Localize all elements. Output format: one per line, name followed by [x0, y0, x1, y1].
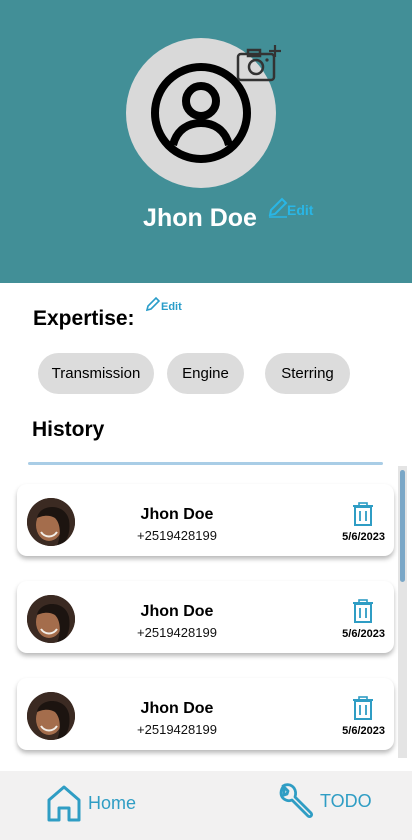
customer-name: Jhon Doe	[140, 700, 214, 717]
edit-expertise-button[interactable]: Edit	[146, 296, 182, 313]
profile-header: Jhon Doe Edit	[0, 0, 412, 283]
trash-icon	[353, 696, 373, 720]
history-card[interactable]: Jhon Doe +2519428199 5/6/2023	[17, 678, 394, 750]
nav-home-label: Home	[88, 792, 137, 813]
pencil-icon	[146, 296, 161, 312]
delete-button[interactable]	[352, 696, 374, 720]
customer-name: Jhon Doe	[140, 603, 214, 620]
delete-button[interactable]	[352, 502, 374, 526]
pencil-icon	[268, 197, 288, 218]
customer-phone: +2519428199	[137, 528, 217, 543]
customer-photo	[27, 595, 75, 643]
history-date: 5/6/2023	[342, 725, 385, 737]
bottom-nav: Home TODO	[0, 771, 412, 840]
home-icon	[47, 785, 81, 822]
expertise-chip-transmission[interactable]: Transmission	[38, 353, 154, 394]
customer-name: Jhon Doe	[140, 506, 214, 523]
customer-phone: +2519428199	[137, 625, 217, 640]
profile-name: Jhon Doe	[143, 204, 257, 232]
history-list[interactable]: Jhon Doe +2519428199 5/6/2023 Jhon Doe +…	[0, 466, 412, 758]
edit-name-button[interactable]: Edit	[268, 190, 313, 218]
history-title: History	[32, 418, 105, 441]
expertise-chip-engine[interactable]: Engine	[167, 353, 244, 394]
history-date: 5/6/2023	[342, 628, 385, 640]
customer-photo	[27, 498, 75, 546]
customer-photo	[27, 692, 75, 740]
expertise-chip-sterring[interactable]: Sterring	[265, 353, 350, 394]
wrench-icon	[279, 783, 314, 819]
expertise-title: Expertise:	[33, 307, 135, 330]
edit-expertise-label: Edit	[161, 301, 182, 313]
add-photo-icon	[236, 45, 281, 82]
profile-screen: Jhon Doe Edit Expertise: Edit Transmissi…	[0, 0, 412, 840]
edit-name-label: Edit	[287, 202, 314, 218]
history-divider	[28, 462, 383, 465]
nav-todo-label: TODO	[320, 790, 372, 811]
trash-icon	[353, 599, 373, 623]
history-date: 5/6/2023	[342, 531, 385, 543]
customer-phone: +2519428199	[137, 722, 217, 737]
history-card[interactable]: Jhon Doe +2519428199 5/6/2023	[17, 581, 394, 653]
nav-todo-button[interactable]: TODO	[278, 781, 372, 821]
add-photo-button[interactable]	[236, 44, 282, 84]
nav-home-button[interactable]: Home	[46, 783, 136, 823]
delete-button[interactable]	[352, 599, 374, 623]
history-scrollbar-thumb[interactable]	[400, 470, 405, 582]
trash-icon	[353, 502, 373, 526]
history-card[interactable]: Jhon Doe +2519428199 5/6/2023	[17, 484, 394, 556]
